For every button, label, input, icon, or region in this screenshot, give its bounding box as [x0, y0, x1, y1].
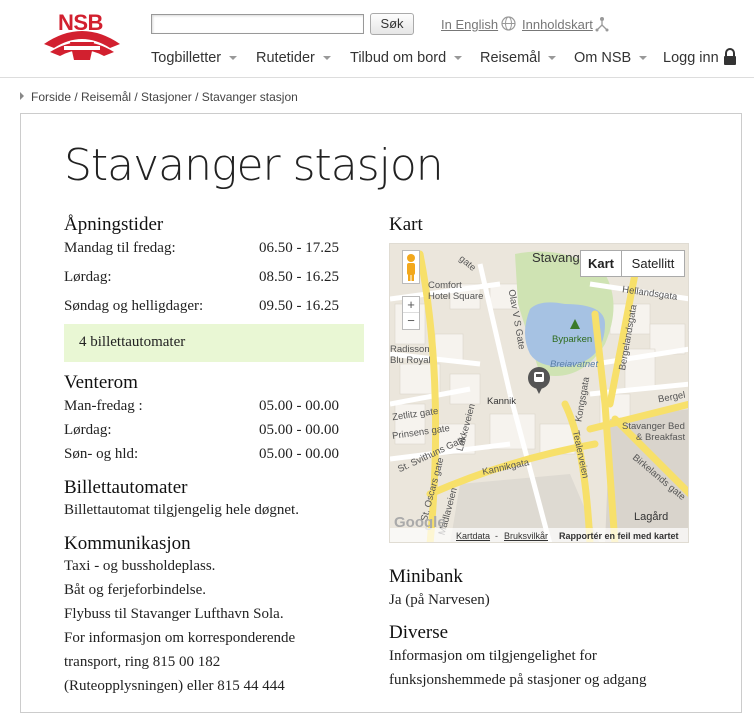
- map-label: & Breakfast: [636, 432, 686, 443]
- nav-reisemal[interactable]: Reisemål: [480, 50, 557, 66]
- sitemap-link[interactable]: Innholdskart: [522, 17, 593, 32]
- chevron-down-icon: [639, 56, 648, 61]
- diverse-line: Informasjon om tilgjengelighet for: [389, 648, 597, 664]
- ticket-machines-heading: Billettautomater: [64, 477, 188, 498]
- opening-row-label: Lørdag:: [64, 269, 112, 285]
- map-report-link[interactable]: Rapportér en feil med kartet: [559, 528, 679, 542]
- zoom-control: + −: [402, 296, 420, 330]
- nav-tilbud-om-bord[interactable]: Tilbud om bord: [350, 50, 463, 66]
- logo-text: NSB: [58, 10, 103, 35]
- waiting-row-label: Man-fredag :: [64, 398, 143, 414]
- communication-line: Taxi - og bussholdeplass.: [64, 558, 216, 574]
- opening-row-value: 09.50 - 16.25: [259, 298, 339, 314]
- ticket-machine-badge: 4 billettautomater: [64, 324, 364, 362]
- ticket-machine-count: 4 billettautomater: [79, 334, 186, 350]
- map-label: Stavanger Bed: [622, 421, 685, 432]
- map-footer: Kartdata - Bruksvilkår Rapportér en feil…: [390, 528, 688, 542]
- nav-om-nsb[interactable]: Om NSB: [574, 50, 648, 66]
- communication-line: Flybuss til Stavanger Lufthavn Sola.: [64, 606, 284, 622]
- opening-row-value: 06.50 - 17.25: [259, 240, 339, 256]
- zoom-out-button[interactable]: −: [403, 313, 419, 329]
- chevron-down-icon: [454, 56, 463, 61]
- diverse-line: funksjonshemmede på stasjoner og adgang: [389, 672, 647, 688]
- globe-icon: [501, 16, 516, 36]
- waiting-row-value: 05.00 - 00.00: [259, 422, 339, 438]
- chevron-down-icon: [322, 56, 331, 61]
- login-link[interactable]: Logg inn: [663, 50, 719, 66]
- nsb-logo[interactable]: NSB: [40, 8, 124, 66]
- diverse-heading: Diverse: [389, 622, 449, 643]
- map-terms-link[interactable]: Bruksvilkår: [504, 528, 548, 542]
- pegman-icon[interactable]: [402, 250, 420, 284]
- header-divider: [0, 77, 754, 78]
- communication-heading: Kommunikasjon: [64, 533, 191, 554]
- opening-row-value: 08.50 - 16.25: [259, 269, 339, 285]
- waiting-row-label: Lørdag:: [64, 422, 112, 438]
- breadcrumb[interactable]: Forside / Reisemål / Stasjoner / Stavang…: [20, 90, 298, 104]
- ticket-machines-text: Billettautomat tilgjengelig hele døgnet.: [64, 502, 299, 518]
- map-label: Comfort: [428, 280, 462, 291]
- map-label: Hotel Square: [428, 291, 484, 302]
- nav-togbilletter[interactable]: Togbilletter: [151, 50, 238, 66]
- map-label: Breiavatnet: [550, 359, 599, 370]
- sitemap-icon: [595, 16, 609, 37]
- station-map[interactable]: Stavang Comfort Hotel Square Radisson Bl…: [389, 243, 689, 543]
- map-label: Lagård: [634, 511, 669, 523]
- chevron-down-icon: [548, 56, 557, 61]
- communication-line: For informasjon om korresponderende: [64, 630, 296, 646]
- minibank-text: Ja (på Narvesen): [389, 592, 490, 608]
- breadcrumb-arrow-icon: [20, 92, 24, 100]
- waiting-row-value: 05.00 - 00.00: [259, 446, 339, 462]
- communication-line: (Ruteopplysningen) eller 815 44 444: [64, 678, 285, 694]
- search-input[interactable]: [151, 14, 364, 34]
- map-label: Byparken: [552, 334, 593, 345]
- map-heading: Kart: [389, 214, 423, 235]
- communication-line: transport, ring 815 00 182: [64, 654, 221, 670]
- map-data-link[interactable]: Kartdata: [456, 528, 490, 542]
- map-label: Stavang: [532, 250, 580, 265]
- zoom-in-button[interactable]: +: [403, 297, 419, 313]
- map-type-map-button[interactable]: Kart: [580, 250, 622, 277]
- page-title: Stavanger stasjon: [64, 140, 444, 191]
- map-label: Blu Royal: [390, 355, 431, 366]
- nav-rutetider[interactable]: Rutetider: [256, 50, 331, 66]
- search-button[interactable]: Søk: [370, 13, 414, 35]
- map-type-satellite-button[interactable]: Satellitt: [621, 250, 685, 277]
- waiting-row-value: 05.00 - 00.00: [259, 398, 339, 414]
- lock-icon: [723, 48, 737, 71]
- minibank-heading: Minibank: [389, 566, 463, 587]
- opening-row-label: Mandag til fredag:: [64, 240, 176, 256]
- waiting-row-label: Søn- og hld:: [64, 446, 139, 462]
- waiting-room-heading: Venterom: [64, 372, 138, 393]
- communication-line: Båt og ferjeforbindelse.: [64, 582, 207, 598]
- english-link[interactable]: In English: [441, 17, 498, 32]
- opening-hours-heading: Åpningstider: [64, 214, 164, 235]
- map-label: Kannik: [487, 396, 517, 407]
- map-label: Radisson: [390, 344, 430, 355]
- opening-row-label: Søndag og helligdager:: [64, 298, 204, 314]
- chevron-down-icon: [229, 56, 238, 61]
